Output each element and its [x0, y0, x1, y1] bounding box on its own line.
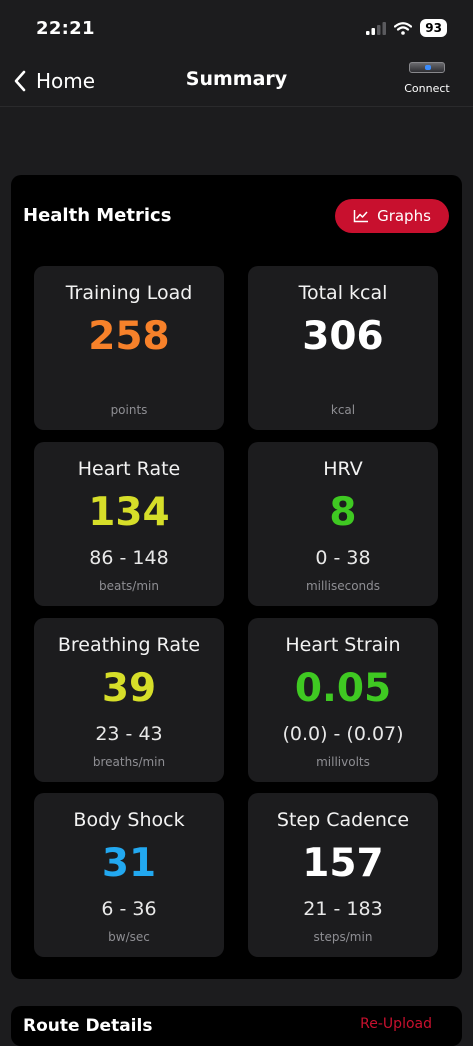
device-icon	[409, 62, 445, 73]
chart-icon	[353, 210, 369, 223]
metric-value: 0.05	[294, 666, 392, 711]
metric-unit: steps/min	[313, 930, 373, 944]
metric-tile-heart-strain[interactable]: Heart Strain 0.05 (0.0) - (0.07) millivo…	[248, 618, 438, 782]
navigation-bar: Home Summary Connect	[0, 56, 473, 106]
metric-value: 134	[88, 490, 170, 535]
metric-unit: breaths/min	[92, 755, 166, 769]
metric-value: 306	[302, 314, 384, 359]
metric-label: Heart Rate	[77, 458, 181, 480]
metric-tile-total-kcal[interactable]: Total kcal 306 kcal	[248, 266, 438, 430]
graphs-button[interactable]: Graphs	[335, 199, 449, 233]
metric-unit: kcal	[330, 403, 356, 417]
metric-label: Total kcal	[298, 282, 388, 304]
metric-label: HRV	[323, 458, 363, 480]
metric-label: Training Load	[65, 282, 193, 304]
cellular-signal-icon	[366, 21, 387, 35]
health-metrics-panel: Health Metrics Graphs Training Load 258 …	[11, 175, 462, 979]
metric-value: 157	[302, 841, 384, 886]
metric-label: Breathing Rate	[57, 634, 201, 656]
metric-range: 86 - 148	[89, 547, 169, 569]
metric-tile-step-cadence[interactable]: Step Cadence 157 21 - 183 steps/min	[248, 793, 438, 957]
connect-button[interactable]: Connect	[403, 62, 451, 95]
metric-unit: bw/sec	[108, 930, 150, 944]
metric-unit: milliseconds	[305, 579, 381, 593]
graphs-button-label: Graphs	[377, 207, 431, 225]
connect-label: Connect	[404, 82, 450, 95]
metric-value: 258	[88, 314, 170, 359]
metric-unit: points	[110, 403, 148, 417]
wifi-icon	[394, 21, 413, 35]
metric-label: Body Shock	[73, 809, 185, 831]
metric-value: 8	[329, 490, 357, 535]
metric-range: 21 - 183	[303, 898, 383, 920]
metric-tile-body-shock[interactable]: Body Shock 31 6 - 36 bw/sec	[34, 793, 224, 957]
route-details-card: Route Details Re-Upload	[11, 1006, 462, 1046]
battery-indicator: 93	[420, 19, 447, 37]
metric-range: 23 - 43	[95, 723, 163, 745]
metric-value: 31	[101, 841, 157, 886]
metric-range: 6 - 36	[101, 898, 157, 920]
status-time: 22:21	[36, 17, 95, 39]
metric-value: 39	[101, 666, 157, 711]
metric-tile-heart-rate[interactable]: Heart Rate 134 86 - 148 beats/min	[34, 442, 224, 606]
metric-unit: beats/min	[99, 579, 159, 593]
metric-tile-breathing-rate[interactable]: Breathing Rate 39 23 - 43 breaths/min	[34, 618, 224, 782]
status-bar: 22:21 93	[0, 0, 473, 56]
health-metrics-title: Health Metrics	[23, 205, 172, 226]
metric-unit: millivolts	[316, 755, 370, 769]
status-icons: 93	[366, 19, 447, 37]
metric-tile-hrv[interactable]: HRV 8 0 - 38 milliseconds	[248, 442, 438, 606]
route-details-title: Route Details	[23, 1016, 153, 1036]
metric-range: (0.0) - (0.07)	[282, 723, 404, 745]
re-upload-button[interactable]: Re-Upload	[360, 1016, 432, 1032]
nav-divider	[0, 106, 473, 107]
metric-label: Step Cadence	[276, 809, 410, 831]
metric-tile-training-load[interactable]: Training Load 258 points	[34, 266, 224, 430]
metric-label: Heart Strain	[285, 634, 401, 656]
metric-range: 0 - 38	[315, 547, 371, 569]
